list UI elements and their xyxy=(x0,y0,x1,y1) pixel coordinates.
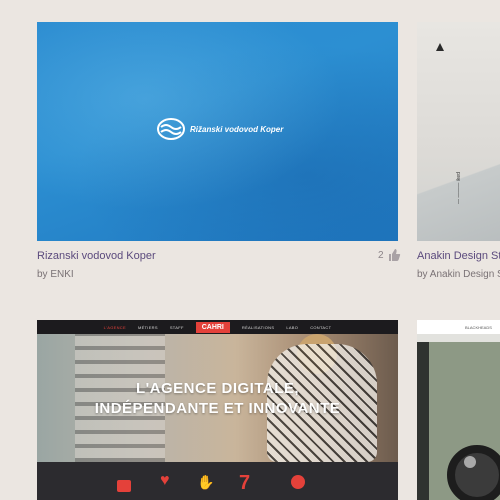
nav-item: MÉTIERS xyxy=(137,324,158,330)
hero-headline: INDÉPENDANTE ET INNOVANTE xyxy=(94,400,341,417)
thumbnail-site-nav: L'AGENCE MÉTIERS STAFF CAHRI RÉALISATION… xyxy=(37,320,398,334)
nav-item: STAFF xyxy=(169,324,184,330)
project-thumbnail[interactable]: BLACKHEADS xyxy=(417,320,500,500)
wave-logo-icon xyxy=(157,118,185,140)
nav-item: CONTACT xyxy=(310,324,332,330)
project-title[interactable]: Anakin Design St xyxy=(417,250,500,262)
project-byline[interactable]: by ENKI xyxy=(37,269,74,280)
like-button[interactable]: 2 xyxy=(378,248,401,262)
package-icon xyxy=(117,480,131,492)
number-seven: 7 xyxy=(239,472,251,494)
project-title[interactable]: Rizanski vodovod Koper xyxy=(37,250,156,262)
thumbnail-brand-bar: BLACKHEADS xyxy=(417,320,500,334)
dots-circle-icon xyxy=(291,475,305,489)
brand-text: BLACKHEADS xyxy=(465,324,492,330)
nav-item: LABO xyxy=(286,324,299,330)
hand-icon: ✋ xyxy=(197,474,215,490)
project-thumbnail[interactable]: — ——— iked xyxy=(417,22,500,241)
thumbnail-side-bar xyxy=(417,342,429,500)
site-logo: CAHRI xyxy=(195,321,230,333)
nav-item: RÉALISATIONS xyxy=(241,324,275,330)
hero-stairs-graphic xyxy=(75,334,165,462)
motorbike-wheel-graphic xyxy=(447,445,500,500)
project-byline[interactable]: by Anakin Design S xyxy=(417,269,500,280)
hero-headline: L'AGENCE DIGITALE, xyxy=(135,380,300,397)
triangle-logo-icon xyxy=(436,43,444,51)
thumbnail-icon-row: ♥ ✋ 7 xyxy=(37,462,398,500)
thumbnail-hero: L'AGENCE DIGITALE, INDÉPENDANTE ET INNOV… xyxy=(37,334,398,462)
thumbs-up-icon xyxy=(388,249,400,261)
like-count: 2 xyxy=(378,249,384,261)
badge-icon xyxy=(464,456,476,468)
logo-text: Rižanski vodovod Koper xyxy=(190,124,284,134)
nav-item: L'AGENCE xyxy=(103,324,126,330)
project-thumbnail[interactable]: Rižanski vodovod Koper xyxy=(37,22,398,241)
client-logo: Rižanski vodovod Koper xyxy=(157,118,283,140)
heart-icon: ♥ xyxy=(160,472,170,489)
thumbnail-vertical-text: — ——— iked xyxy=(456,172,462,204)
project-thumbnail[interactable]: L'AGENCE MÉTIERS STAFF CAHRI RÉALISATION… xyxy=(37,320,398,500)
